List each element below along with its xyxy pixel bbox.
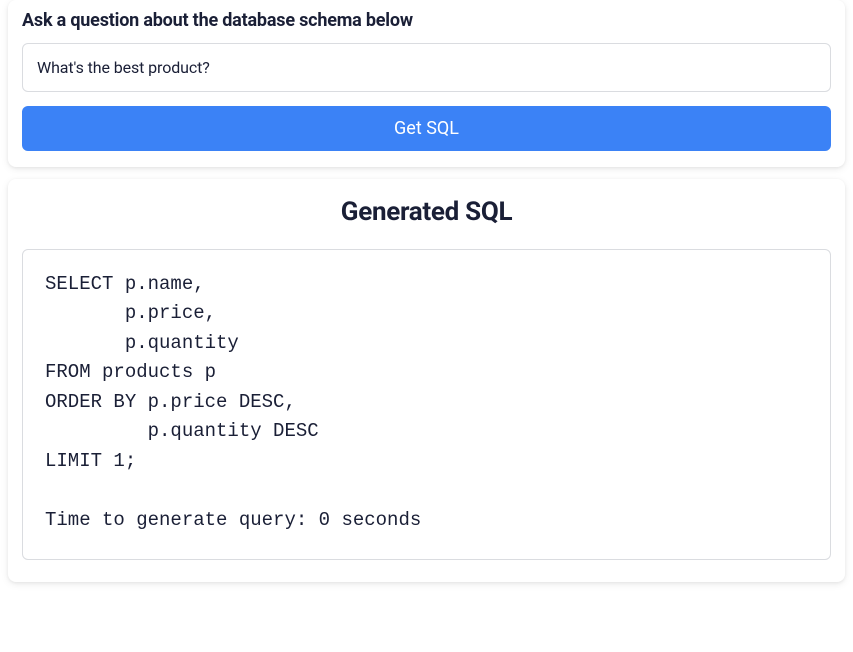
result-card: Generated SQL SELECT p.name, p.price, p.… bbox=[8, 179, 845, 582]
get-sql-button[interactable]: Get SQL bbox=[22, 106, 831, 151]
result-heading: Generated SQL bbox=[22, 197, 831, 227]
generated-sql-code: SELECT p.name, p.price, p.quantity FROM … bbox=[22, 249, 831, 560]
question-input[interactable] bbox=[22, 43, 831, 92]
question-card: Ask a question about the database schema… bbox=[8, 0, 845, 167]
prompt-label: Ask a question about the database schema… bbox=[22, 10, 831, 31]
